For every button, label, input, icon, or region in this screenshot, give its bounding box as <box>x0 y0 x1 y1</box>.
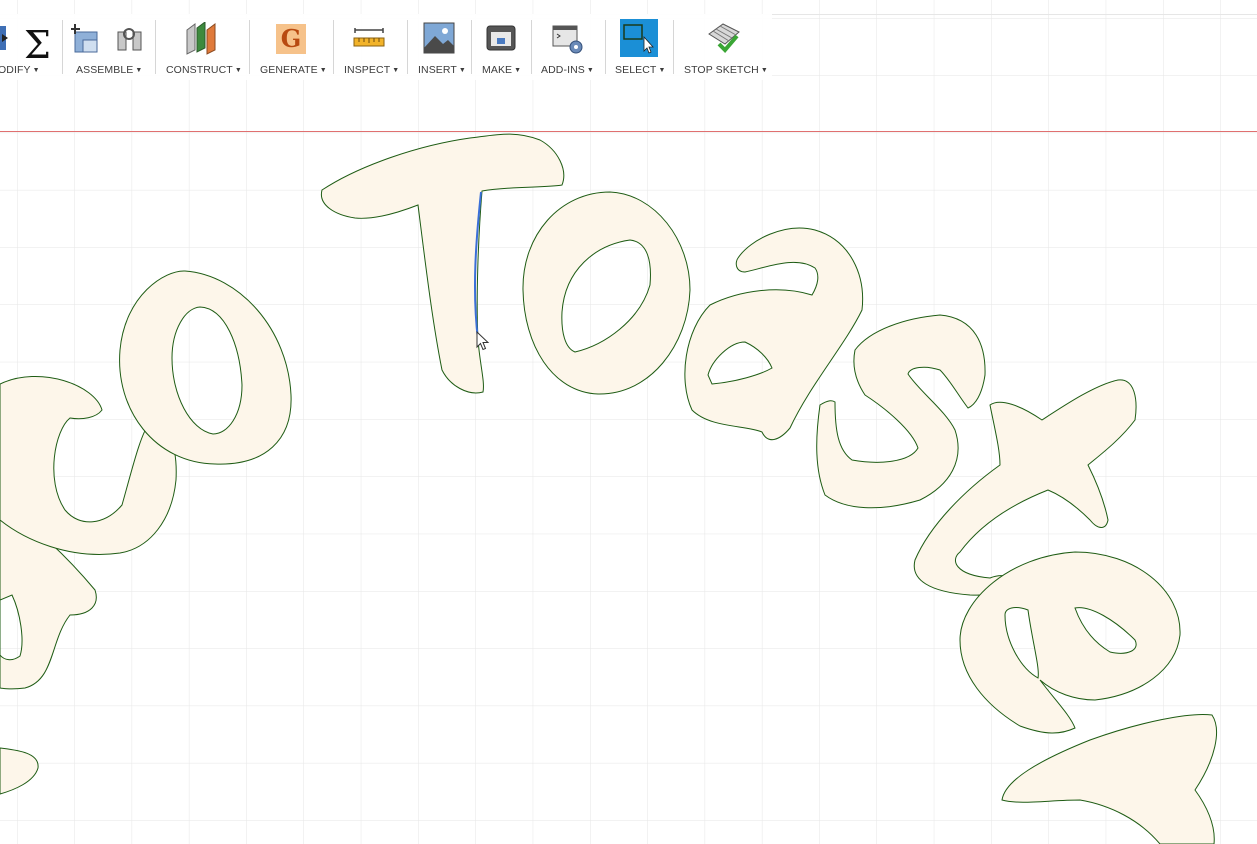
modify-label[interactable]: ODIFY ▼ <box>0 64 40 76</box>
modify-group[interactable]: Σ ODIFY ▼ <box>0 14 60 80</box>
select-label[interactable]: SELECT ▼ <box>615 64 665 76</box>
generate-group[interactable]: G GENERATE ▼ <box>250 14 332 80</box>
make-label[interactable]: MAKE ▼ <box>482 64 521 76</box>
inspect-group[interactable]: INSPECT ▼ <box>334 14 406 80</box>
stop-sketch-label[interactable]: STOP SKETCH ▼ <box>684 64 768 76</box>
add-ins-group[interactable]: ADD-INS ▼ <box>532 14 604 80</box>
construct-label[interactable]: CONSTRUCT ▼ <box>166 64 242 76</box>
insert-label[interactable]: INSERT ▼ <box>418 64 466 76</box>
scripts-gear-icon[interactable] <box>551 24 585 56</box>
design-toolbar: Σ ODIFY ▼ ASSEMBLE ▼ CONSTRUCT ▼ G GENERATE… <box>0 14 772 80</box>
window-select-icon[interactable] <box>620 19 658 57</box>
finish-sketch-check-icon[interactable] <box>707 22 741 56</box>
construct-plane-icon[interactable] <box>184 22 218 56</box>
modify-icon[interactable] <box>0 24 10 52</box>
make-group[interactable]: MAKE ▼ <box>472 14 530 80</box>
assemble-group[interactable]: ASSEMBLE ▼ <box>63 14 153 80</box>
assemble-label[interactable]: ASSEMBLE ▼ <box>76 64 142 76</box>
joint-icon[interactable] <box>115 24 147 54</box>
mouse-cursor-icon <box>476 331 490 351</box>
add-ins-label[interactable]: ADD-INS ▼ <box>541 64 594 76</box>
stop-sketch-group[interactable]: STOP SKETCH ▼ <box>674 14 772 80</box>
sketch-canvas[interactable] <box>0 0 1257 844</box>
new-component-icon[interactable] <box>71 22 103 54</box>
construct-group[interactable]: CONSTRUCT ▼ <box>156 14 246 80</box>
select-group[interactable]: SELECT ▼ <box>606 14 672 80</box>
image-icon[interactable] <box>423 22 455 54</box>
inspect-label[interactable]: INSPECT ▼ <box>344 64 399 76</box>
generate-label[interactable]: GENERATE ▼ <box>260 64 327 76</box>
printer-icon[interactable] <box>485 24 517 54</box>
ruler-icon[interactable] <box>353 28 385 50</box>
generative-g-icon[interactable]: G <box>276 24 306 54</box>
sigma-icon[interactable]: Σ <box>24 26 51 64</box>
insert-group[interactable]: INSERT ▼ <box>408 14 470 80</box>
